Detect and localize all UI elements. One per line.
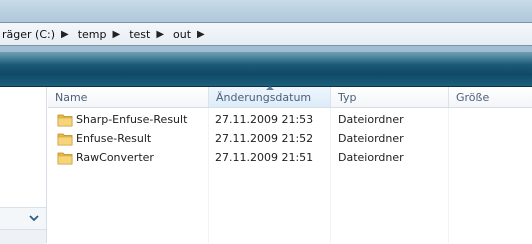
breadcrumb-label: räger (C:) bbox=[2, 27, 56, 41]
breadcrumb-label: out bbox=[173, 27, 192, 41]
column-header-label: Name bbox=[55, 90, 88, 104]
file-type: Dateiordner bbox=[338, 151, 404, 164]
breadcrumb-label: test bbox=[129, 27, 151, 41]
file-date: 27.11.2009 21:51 bbox=[215, 151, 314, 164]
folder-icon bbox=[57, 133, 73, 145]
table-row[interactable]: Sharp-Enfuse-Result 27.11.2009 21:53 Dat… bbox=[48, 110, 532, 129]
nav-section-header[interactable] bbox=[0, 207, 46, 230]
breadcrumb-label: temp bbox=[77, 27, 107, 41]
breadcrumb-separator-icon[interactable]: ▶ bbox=[113, 29, 121, 40]
sort-arrow-icon bbox=[265, 86, 274, 90]
file-name-cell: RawConverter bbox=[48, 151, 209, 165]
folder-icon bbox=[57, 114, 73, 126]
file-date: 27.11.2009 21:53 bbox=[215, 113, 314, 126]
chevron-down-icon[interactable] bbox=[28, 212, 40, 224]
column-header-date[interactable]: Änderungsdatum bbox=[209, 86, 331, 107]
file-type: Dateiordner bbox=[338, 132, 404, 145]
column-header-label: Typ bbox=[338, 90, 357, 104]
breadcrumb-temp[interactable]: temp ▶ bbox=[76, 23, 127, 45]
column-header-label: Größe bbox=[456, 90, 490, 104]
column-header-type[interactable]: Typ bbox=[331, 87, 449, 107]
folder-icon bbox=[57, 152, 73, 164]
column-header-name[interactable]: Name bbox=[48, 87, 209, 107]
file-rows: Sharp-Enfuse-Result 27.11.2009 21:53 Dat… bbox=[48, 110, 532, 167]
breadcrumb-drive[interactable]: räger (C:) ▶ bbox=[0, 23, 76, 45]
column-header-label: Änderungsdatum bbox=[216, 90, 312, 104]
breadcrumb-separator-icon[interactable]: ▶ bbox=[197, 29, 205, 40]
table-row[interactable]: Enfuse-Result 27.11.2009 21:52 Dateiordn… bbox=[48, 129, 532, 148]
toolbar-shine bbox=[0, 52, 532, 64]
address-bar[interactable]: räger (C:) ▶ temp ▶ test ▶ out ▶ bbox=[0, 22, 532, 46]
navigation-pane[interactable] bbox=[0, 87, 47, 244]
file-name-cell: Enfuse-Result bbox=[48, 132, 209, 146]
file-date: 27.11.2009 21:52 bbox=[215, 132, 314, 145]
file-name: Enfuse-Result bbox=[76, 132, 152, 145]
file-list[interactable]: Name Änderungsdatum Typ Größe Sharp-Enfu… bbox=[48, 86, 532, 243]
table-row[interactable]: RawConverter 27.11.2009 21:51 Dateiordne… bbox=[48, 148, 532, 167]
file-name: RawConverter bbox=[76, 151, 154, 164]
breadcrumb-test[interactable]: test ▶ bbox=[127, 23, 171, 45]
breadcrumb-separator-icon[interactable]: ▶ bbox=[156, 29, 164, 40]
file-name: Sharp-Enfuse-Result bbox=[76, 113, 188, 126]
breadcrumb-separator-icon[interactable]: ▶ bbox=[61, 29, 69, 40]
command-toolbar bbox=[0, 52, 532, 87]
column-header: Name Änderungsdatum Typ Größe bbox=[48, 86, 532, 108]
column-header-size[interactable]: Größe bbox=[449, 87, 532, 107]
file-type: Dateiordner bbox=[338, 113, 404, 126]
file-name-cell: Sharp-Enfuse-Result bbox=[48, 113, 209, 127]
nav-pane-footer bbox=[0, 229, 46, 244]
breadcrumb-out[interactable]: out ▶ bbox=[171, 23, 212, 45]
